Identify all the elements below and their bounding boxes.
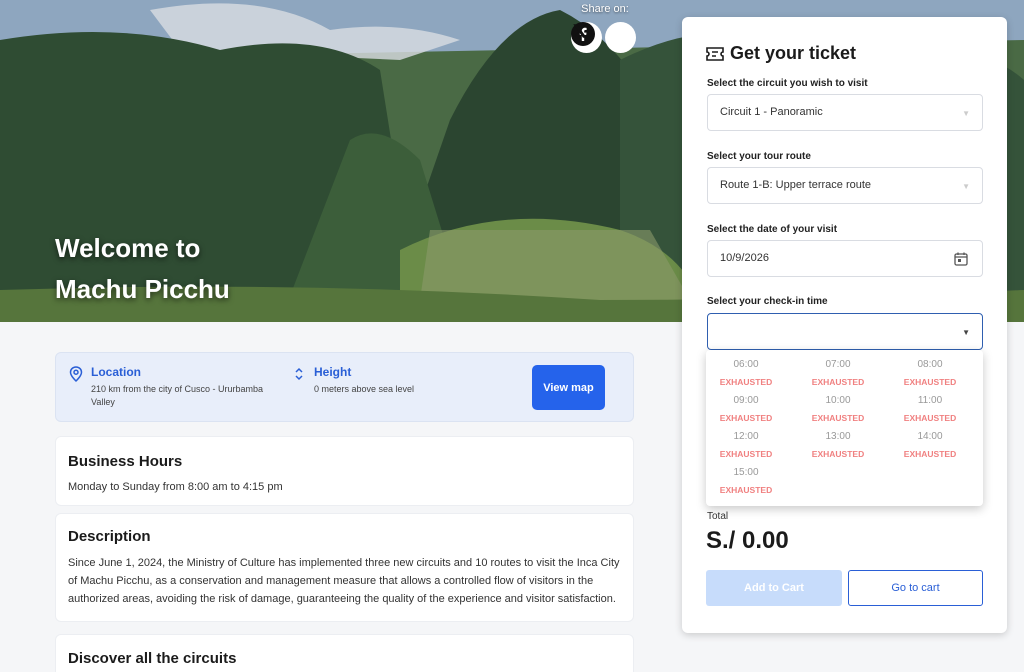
time-slot[interactable]: 06:00 EXHAUSTED <box>706 359 786 387</box>
time-label: Select your check-in time <box>707 296 828 307</box>
location-description: 210 km from the city of Cusco - Ururbamb… <box>91 384 264 407</box>
business-hours-card: Business Hours Monday to Sunday from 8:0… <box>55 436 634 506</box>
date-label: Select the date of your visit <box>707 224 838 235</box>
route-value: Route 1-B: Upper terrace route <box>720 179 872 191</box>
height-arrows-icon <box>295 367 303 381</box>
time-slot[interactable]: 13:00 EXHAUSTED <box>798 431 878 459</box>
share-label: Share on: <box>581 3 629 15</box>
date-input[interactable]: 10/9/2026 <box>707 240 983 277</box>
slot-status: EXHAUSTED <box>719 413 773 423</box>
slot-time: 07:00 <box>825 359 851 370</box>
slot-status: EXHAUSTED <box>811 377 865 387</box>
circuit-select[interactable]: Circuit 1 - Panoramic ▼ <box>707 94 983 131</box>
slot-status: EXHAUSTED <box>903 377 957 387</box>
check-in-time-select[interactable]: ▼ <box>707 313 983 350</box>
slot-time: 09:00 <box>733 395 759 406</box>
slot-status: EXHAUSTED <box>811 413 865 423</box>
circuit-value: Circuit 1 - Panoramic <box>720 106 823 118</box>
height-info: Height 0 meters above sea level <box>314 365 484 396</box>
total-label: Total <box>707 511 729 522</box>
time-slot[interactable]: 09:00 EXHAUSTED <box>706 395 786 423</box>
circuit-label: Select the circuit you wish to visit <box>707 78 868 89</box>
slot-status: EXHAUSTED <box>903 449 957 459</box>
ticket-panel: Get your ticket Select the circuit you w… <box>682 17 1007 633</box>
hero-title: Welcome to Machu Picchu <box>55 228 230 310</box>
location-title: Location <box>91 365 141 379</box>
description-title: Description <box>68 528 151 545</box>
location-info: Location 210 km from the city of Cusco -… <box>91 365 281 409</box>
time-slot[interactable]: 07:00 EXHAUSTED <box>798 359 878 387</box>
slot-time: 12:00 <box>733 431 759 442</box>
business-hours-title: Business Hours <box>68 453 183 470</box>
time-slot[interactable]: 08:00 EXHAUSTED <box>890 359 970 387</box>
route-select[interactable]: Route 1-B: Upper terrace route ▼ <box>707 167 983 204</box>
add-to-cart-button[interactable]: Add to Cart <box>706 570 842 606</box>
chevron-down-icon: ▼ <box>962 182 970 191</box>
view-map-button[interactable]: View map <box>532 365 605 410</box>
description-card: Description Since June 1, 2024, the Mini… <box>55 513 634 622</box>
slot-status: EXHAUSTED <box>719 377 773 387</box>
chevron-down-icon: ▼ <box>962 328 970 337</box>
slot-time: 11:00 <box>917 395 943 406</box>
slot-status: EXHAUSTED <box>811 449 865 459</box>
x-icon[interactable] <box>573 22 636 53</box>
go-to-cart-button[interactable]: Go to cart <box>848 570 983 606</box>
height-description: 0 meters above sea level <box>314 384 415 394</box>
total-value: S./ 0.00 <box>706 527 789 554</box>
chevron-down-icon: ▼ <box>962 109 970 118</box>
time-slot[interactable]: 10:00 EXHAUSTED <box>798 395 878 423</box>
slot-time: 08:00 <box>917 359 943 370</box>
time-slot[interactable]: 12:00 EXHAUSTED <box>706 431 786 459</box>
time-slot[interactable]: 14:00 EXHAUSTED <box>890 431 970 459</box>
hero-title-line1: Welcome to <box>55 233 201 263</box>
info-bar: Location 210 km from the city of Cusco -… <box>55 352 634 422</box>
ticket-icon <box>706 47 724 61</box>
slot-time: 13:00 <box>825 431 851 442</box>
slot-status: EXHAUSTED <box>719 449 773 459</box>
height-title: Height <box>314 365 352 379</box>
slot-time: 15:00 <box>733 467 759 478</box>
slot-time: 06:00 <box>733 359 759 370</box>
slot-status: EXHAUSTED <box>903 413 957 423</box>
share-icons <box>571 22 636 53</box>
date-value: 10/9/2026 <box>720 252 769 264</box>
calendar-icon[interactable] <box>954 252 968 266</box>
time-slot[interactable]: 15:00 EXHAUSTED <box>706 467 786 495</box>
location-pin-icon <box>69 366 83 382</box>
slot-time: 10:00 <box>825 395 851 406</box>
hero-title-line2: Machu Picchu <box>55 274 230 304</box>
time-slot[interactable]: 11:00 EXHAUSTED <box>890 395 970 423</box>
route-label: Select your tour route <box>707 151 811 162</box>
time-slot-dropdown: 06:00 EXHAUSTED 07:00 EXHAUSTED 08:00 EX… <box>706 350 983 506</box>
slot-status: EXHAUSTED <box>719 485 773 495</box>
slot-time: 14:00 <box>917 431 943 442</box>
description-text: Since June 1, 2024, the Ministry of Cult… <box>68 557 620 605</box>
discover-title: Discover all the circuits <box>68 650 237 667</box>
ticket-title: Get your ticket <box>730 43 857 63</box>
business-hours-text: Monday to Sunday from 8:00 am to 4:15 pm <box>68 481 283 493</box>
discover-card: Discover all the circuits <box>55 634 634 672</box>
